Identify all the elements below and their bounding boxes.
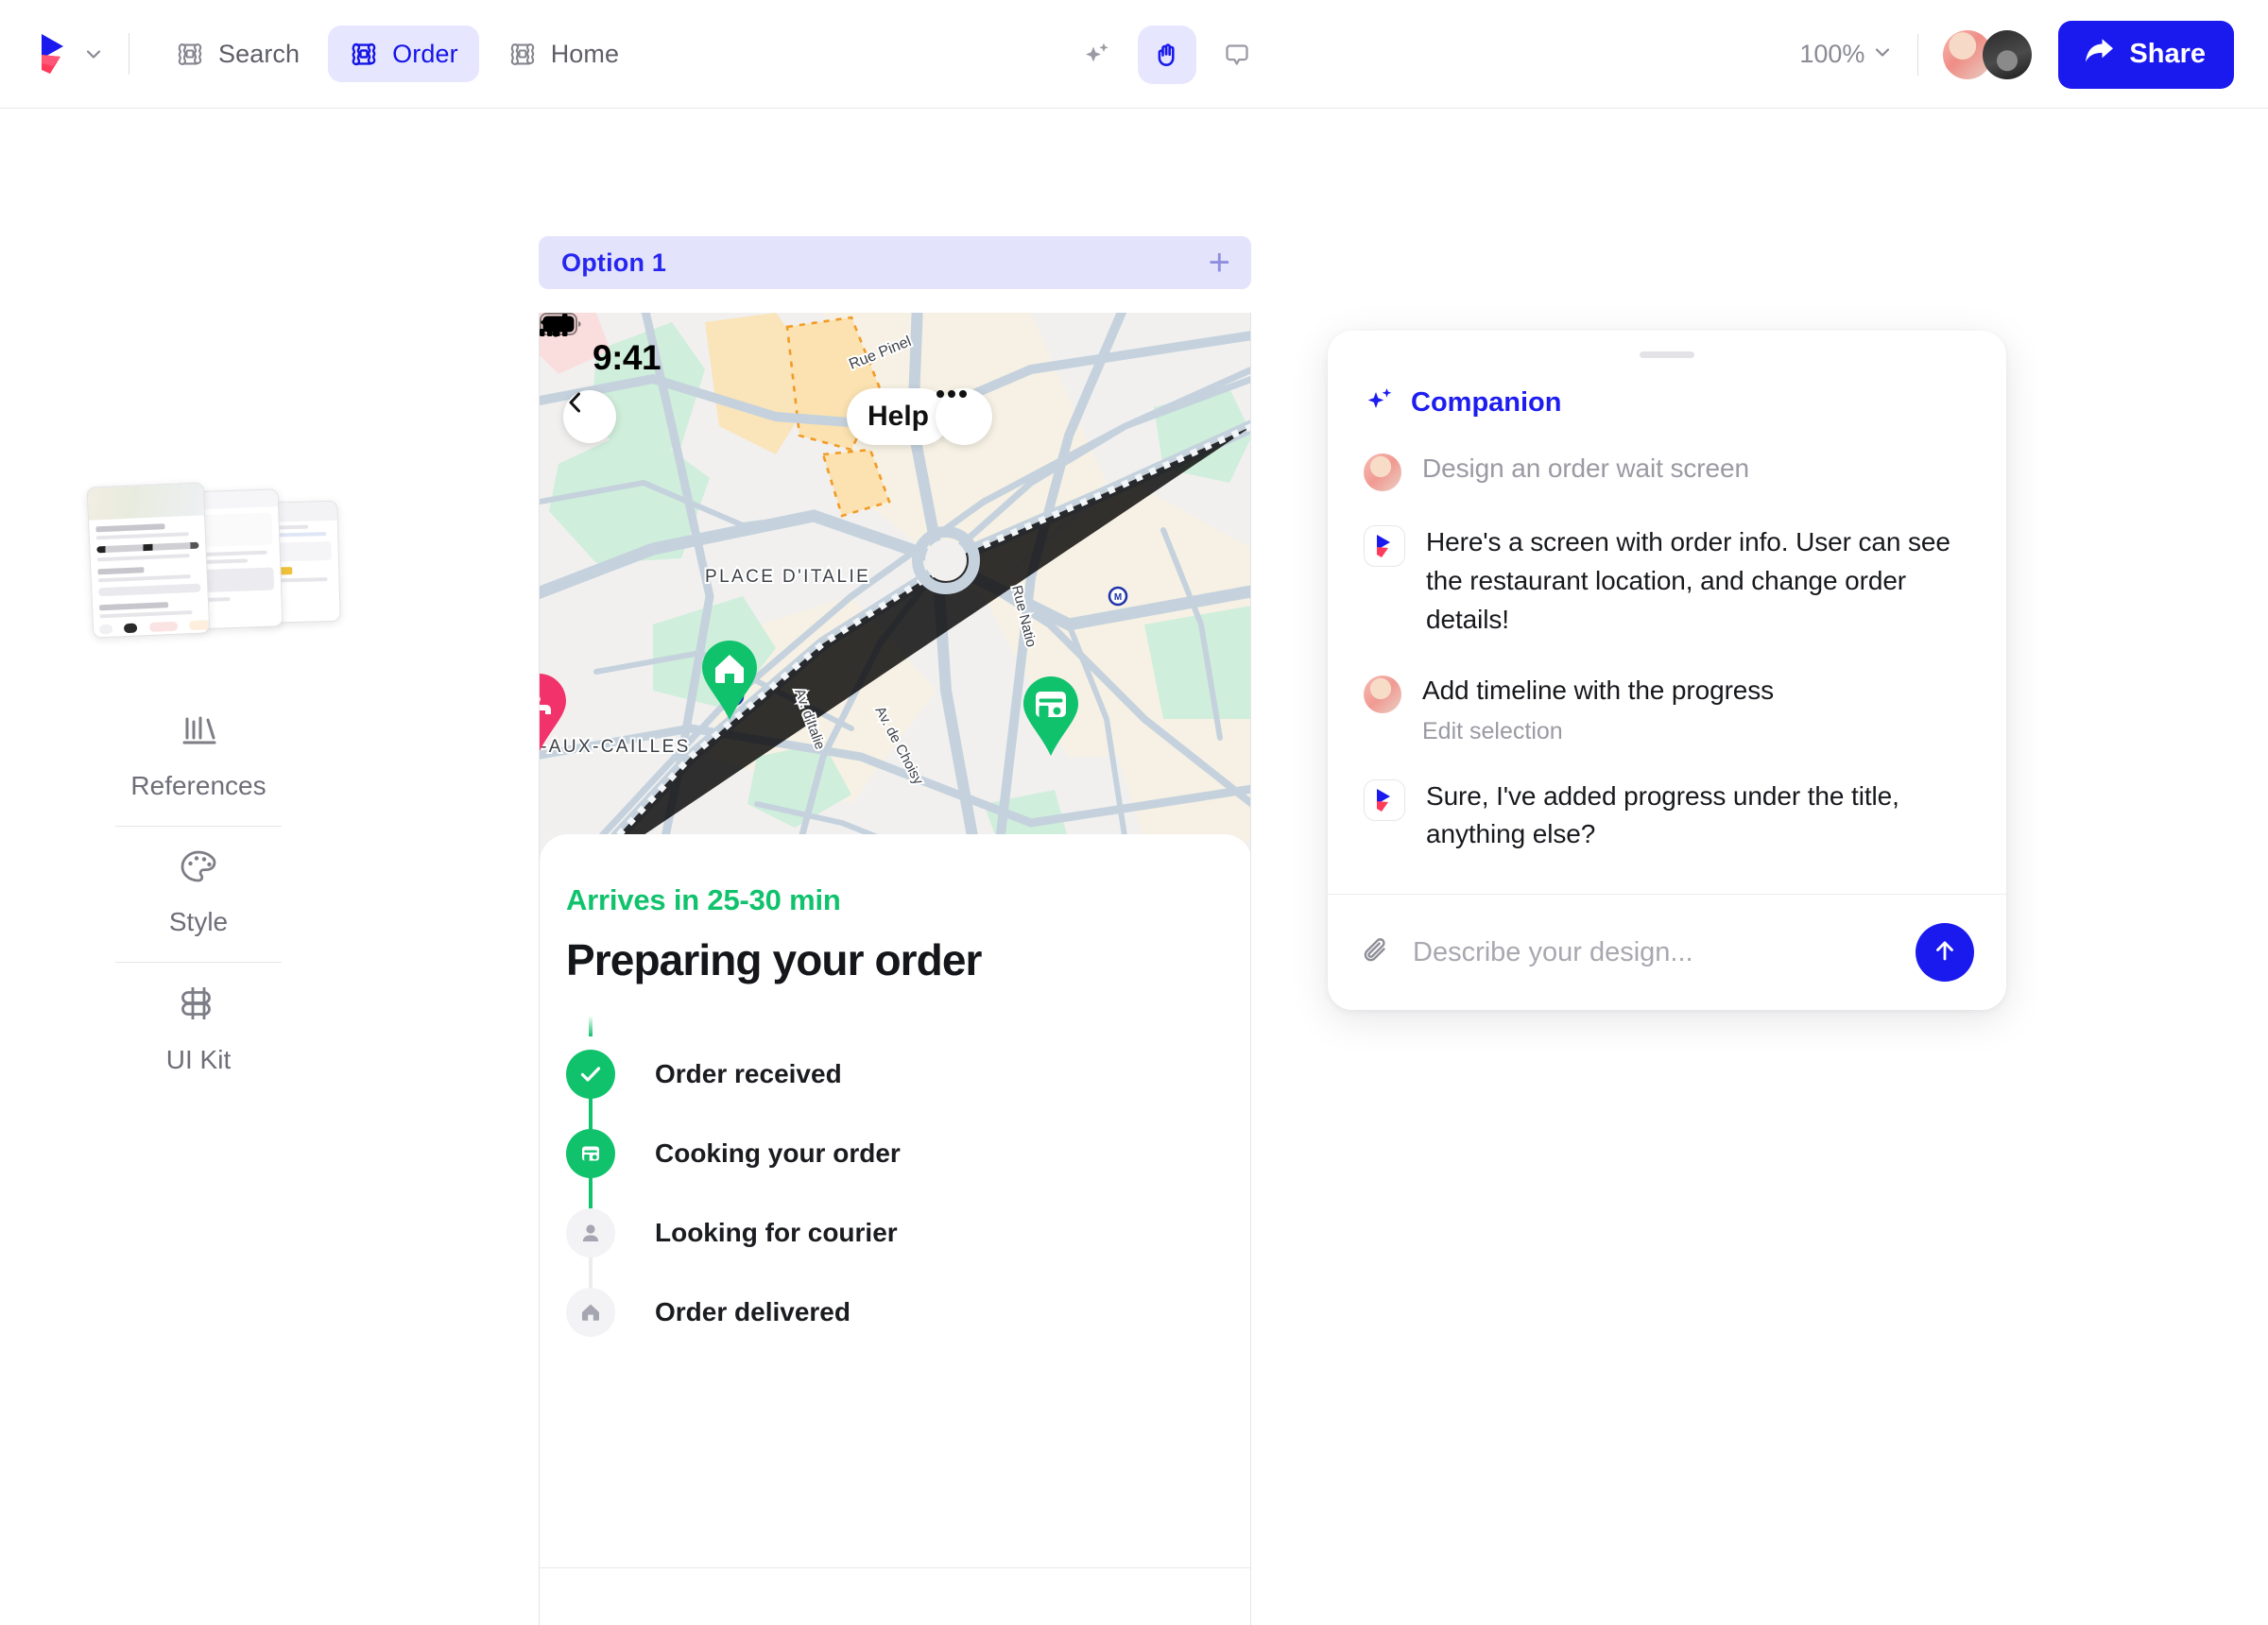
references-thumbnail-stack[interactable]: [86, 477, 341, 639]
comment-icon[interactable]: [1208, 26, 1266, 84]
timeline-step: Cooking your order: [566, 1114, 1226, 1193]
send-message-button[interactable]: [1916, 923, 1974, 983]
sidebar-item-style-label: Style: [168, 907, 229, 936]
tab-search[interactable]: Search: [154, 26, 320, 82]
message-context-label: Edit selection: [1422, 717, 1563, 744]
share-button-label: Share: [2129, 39, 2206, 69]
sparkle-ai-icon: [1364, 385, 1396, 421]
phone-frame: M M PLACE D'ITALIE Rue Pinel Av. d'Itali…: [539, 313, 1251, 1625]
play-logo-icon: [38, 32, 70, 76]
palette-icon: [179, 847, 218, 890]
assistant-avatar-icon: [1364, 525, 1405, 567]
app-logo-group[interactable]: [38, 32, 104, 76]
svg-text:PLACE D'ITALIE: PLACE D'ITALIE: [705, 567, 870, 587]
status-bar-time: 9:41: [593, 338, 662, 377]
map-more-button[interactable]: [936, 388, 992, 445]
user-avatar: [1364, 453, 1401, 491]
map-help-button[interactable]: Help: [847, 388, 951, 445]
timeline-step-label: Order received: [655, 1059, 842, 1088]
sidebar-item-references-label: References: [130, 771, 266, 800]
figma-component-icon: [180, 984, 217, 1028]
sidebar-item-ui-kit-label: UI Kit: [165, 1045, 232, 1074]
toolbar-tools-group: [1068, 0, 1266, 109]
sidebar-item-style[interactable]: Style: [0, 827, 397, 962]
message-assistant: Here's a screen with order info. User ca…: [1364, 523, 1970, 640]
tab-search-label: Search: [218, 39, 301, 68]
page-tabs: Search Order Home: [154, 26, 640, 82]
timeline-step: Order received: [566, 1035, 1226, 1114]
tab-order-label: Order: [392, 39, 458, 68]
person-icon: [566, 1208, 615, 1257]
order-status-sheet: Arrives in 25-30 min Preparing your orde…: [540, 834, 1250, 1625]
share-arrow-icon: [2083, 37, 2115, 73]
canvas-frame-column: Option 1 + M PLACE D'ITALIE Rue Pinel Av…: [539, 236, 1251, 1625]
companion-title: Companion: [1411, 387, 1562, 418]
map-back-button[interactable]: [563, 390, 616, 443]
companion-header: Companion: [1328, 358, 2006, 421]
order-status-title: Preparing your order: [566, 935, 982, 984]
zoom-control[interactable]: 100%: [1799, 40, 1917, 69]
frame-icon: [175, 39, 205, 69]
check-icon: [566, 1050, 615, 1099]
svg-text:M: M: [1114, 592, 1122, 603]
timeline-step-label: Order delivered: [655, 1297, 850, 1326]
zoom-level-value: 100%: [1799, 40, 1865, 68]
timeline-top-cap: [589, 1016, 593, 1036]
toolbar-divider-right: [1917, 33, 1919, 76]
timeline-step: Looking for courier: [566, 1193, 1226, 1273]
timeline-step: Order delivered: [566, 1273, 1226, 1352]
frame-icon: [507, 39, 538, 69]
arrow-up-icon: [1932, 937, 1958, 968]
order-timeline: Order received Cooking your order Lookin…: [566, 1016, 1226, 1352]
assistant-avatar-icon: [1364, 778, 1405, 821]
user-avatar: [1364, 675, 1401, 713]
companion-messages: Design an order wait screen Here's a scr…: [1328, 421, 2006, 894]
tab-home[interactable]: Home: [487, 26, 640, 82]
sidebar-item-ui-kit[interactable]: UI Kit: [0, 963, 397, 1100]
companion-composer: [1328, 894, 2006, 1010]
left-sidebar: References Style UI Kit: [0, 109, 397, 1572]
top-toolbar: Search Order Home 100% Share: [0, 0, 2268, 109]
storefront-icon: [566, 1129, 615, 1178]
collaborator-avatars[interactable]: [1943, 29, 2033, 79]
timeline-step-label: Cooking your order: [655, 1138, 901, 1168]
tab-home-label: Home: [550, 39, 620, 68]
order-eta: Arrives in 25-30 min: [566, 883, 841, 916]
message-text: Add timeline with the progress: [1422, 675, 1775, 705]
toolbar-right-group: 100% Share: [1799, 0, 2234, 109]
message-text: Design an order wait screen: [1422, 453, 1749, 483]
frame-option-bar[interactable]: Option 1 +: [539, 236, 1251, 289]
frame-icon: [349, 39, 379, 69]
home-icon: [566, 1288, 615, 1337]
map-view[interactable]: M M PLACE D'ITALIE Rue Pinel Av. d'Itali…: [540, 313, 1250, 898]
tab-order[interactable]: Order: [328, 26, 479, 82]
message-body: Add timeline with the progress Edit sele…: [1422, 672, 1774, 745]
companion-panel: Companion Design an order wait screen He…: [1328, 331, 2006, 1011]
message-text: Sure, I've added progress under the titl…: [1426, 780, 1899, 849]
collaborator-avatar-2: [1983, 29, 2033, 79]
chevron-down-icon: [1872, 40, 1893, 69]
books-icon: [179, 713, 218, 754]
message-user: Add timeline with the progress Edit sele…: [1364, 672, 1970, 745]
message-text: Here's a screen with order info. User ca…: [1426, 527, 1950, 634]
chevron-down-icon[interactable]: [83, 43, 104, 64]
timeline-step-label: Looking for courier: [655, 1218, 898, 1247]
message-user: Design an order wait screen: [1364, 450, 1970, 491]
hand-tool-icon[interactable]: [1138, 25, 1196, 84]
frame-option-title: Option 1: [561, 248, 667, 277]
toolbar-left-group: Search Order Home: [0, 26, 640, 82]
reference-thumbnail-1: [86, 482, 211, 639]
share-button[interactable]: Share: [2058, 20, 2234, 89]
sidebar-item-references[interactable]: References: [0, 693, 397, 826]
plus-icon[interactable]: +: [1209, 244, 1230, 282]
map-help-label: Help: [868, 401, 930, 432]
panel-drag-handle[interactable]: [1640, 351, 1694, 358]
paperclip-icon[interactable]: [1360, 933, 1394, 972]
describe-design-input[interactable]: [1413, 936, 1897, 968]
sheet-divider: [540, 1567, 1250, 1568]
message-assistant: Sure, I've added progress under the titl…: [1364, 778, 1970, 855]
sparkle-ai-icon[interactable]: [1068, 26, 1126, 84]
